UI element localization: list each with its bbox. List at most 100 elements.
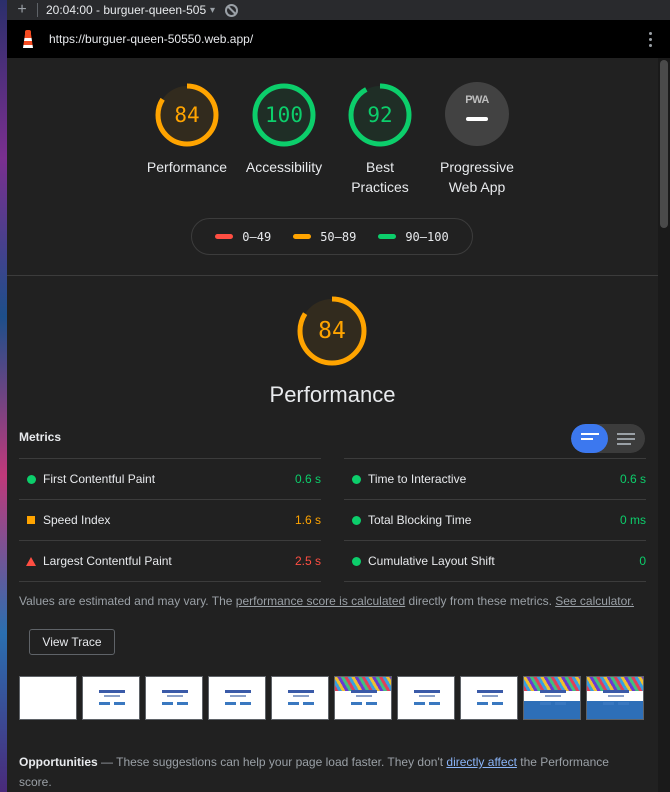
compact-view-icon (581, 433, 599, 440)
legend-swatch (293, 234, 312, 239)
gauge-performance[interactable]: 84 Performance (137, 82, 237, 177)
metrics-column-right: Time to Interactive 0.6 s Total Blocking… (344, 458, 646, 581)
scrollbar-thumb[interactable] (660, 60, 668, 228)
filmstrip-frame (586, 676, 644, 720)
legend-swatch (215, 234, 234, 239)
metric-name: Time to Interactive (368, 472, 467, 486)
performance-score: 84 (318, 318, 346, 344)
note-text: directly from these metrics. (405, 594, 556, 608)
legend-item-fail: 0–49 (215, 230, 271, 244)
metric-name: First Contentful Paint (43, 472, 156, 486)
filmstrip (19, 676, 644, 720)
block-icon[interactable] (225, 3, 239, 17)
metric-name: Cumulative Layout Shift (368, 554, 495, 568)
see-calculator-link[interactable]: See calculator. (555, 594, 634, 608)
metric-name: Speed Index (43, 513, 111, 527)
metric-value: 2.5 s (294, 554, 321, 568)
metric-row: Speed Index 1.6 s (19, 499, 321, 540)
gauge-score: 92 (367, 103, 393, 127)
metric-status-icon (19, 556, 43, 566)
metric-row: First Contentful Paint 0.6 s (19, 458, 321, 499)
filmstrip-frame (145, 676, 203, 720)
gauge-label-line: Practices (351, 179, 409, 195)
metric-status-icon (344, 474, 368, 484)
estimate-note: Values are estimated and may vary. The p… (19, 594, 634, 608)
gauge-ring: 100 (251, 82, 317, 148)
report-url-bar: https://burguer-queen-50550.web.app/ (7, 20, 670, 58)
metric-value: 1.6 s (294, 513, 321, 527)
opportunities-text: These suggestions can help your page loa… (116, 755, 447, 769)
lighthouse-logo-icon (21, 30, 35, 48)
metric-row: Total Blocking Time 0 ms (344, 499, 646, 540)
directly-affect-link[interactable]: directly affect (446, 755, 516, 769)
metric-value: 0.6 s (294, 472, 321, 486)
gauge-best-practices[interactable]: 92 Best Practices (330, 82, 430, 197)
category-gauges: 84 Performance 100 Accessibility 92 Best… (7, 58, 658, 276)
chevron-down-icon[interactable]: ▾ (210, 5, 215, 16)
filmstrip-frame (397, 676, 455, 720)
report-body: 84 Performance 100 Accessibility 92 Best… (7, 58, 658, 792)
metric-name: Largest Contentful Paint (43, 554, 172, 568)
more-options-icon[interactable] (640, 31, 660, 47)
divider (344, 581, 646, 582)
gauge-score: 100 (265, 103, 303, 127)
expanded-view-icon[interactable] (617, 433, 635, 445)
gauge-label: Accessibility (245, 159, 323, 175)
report-session-select[interactable]: 20:04:00 - burguer-queen-505 (46, 3, 208, 17)
legend-range: 90–100 (405, 229, 449, 244)
metric-row: Largest Contentful Paint 2.5 s (19, 540, 321, 581)
divider (19, 581, 321, 582)
metric-row: Time to Interactive 0.6 s (344, 458, 646, 499)
metric-row: Cumulative Layout Shift 0 (344, 540, 646, 581)
pwa-badge-icon: PWA (445, 82, 509, 146)
legend-range: 0–49 (242, 229, 272, 244)
tab-bar: + 20:04:00 - burguer-queen-505 ▾ (7, 0, 670, 20)
pwa-badge-text: PWA (465, 94, 489, 106)
pwa-dash-icon (466, 117, 488, 121)
metric-status-icon (19, 516, 43, 524)
score-calculated-link[interactable]: performance score is calculated (236, 594, 405, 608)
legend-range: 50–89 (320, 229, 357, 244)
filmstrip-frame (82, 676, 140, 720)
gauge-score: 84 (174, 103, 200, 127)
gauge-ring: 92 (347, 82, 413, 148)
new-tab-button[interactable]: + (7, 0, 37, 20)
gauge-accessibility[interactable]: 100 Accessibility (234, 82, 334, 177)
view-trace-button[interactable]: View Trace (29, 629, 115, 655)
score-legend: 0–49 50–89 90–100 (191, 218, 473, 255)
gauge-label: Performance (146, 159, 228, 175)
gauge-label: Progressive Web App (427, 157, 527, 197)
metrics-view-toggle[interactable] (571, 424, 645, 453)
opportunities-heading: Opportunities (19, 755, 98, 769)
report-url[interactable]: https://burguer-queen-50550.web.app/ (49, 32, 640, 46)
filmstrip-frame (271, 676, 329, 720)
metric-value: 0 (639, 554, 646, 568)
legend-swatch (378, 234, 397, 239)
divider (37, 3, 38, 17)
metrics-heading: Metrics (19, 430, 62, 444)
legend-item-average: 50–89 (293, 230, 356, 244)
performance-gauge: 84 (296, 295, 368, 367)
metric-value: 0 ms (619, 513, 646, 527)
filmstrip-frame (208, 676, 266, 720)
note-text: Values are estimated and may vary. The (19, 594, 236, 608)
scrollbar[interactable] (658, 58, 670, 792)
gauge-label-line: Best (365, 159, 394, 175)
gauge-label-line: Progressive (440, 159, 514, 175)
metric-status-icon (19, 474, 43, 484)
gauge-label: Best Practices (330, 157, 430, 197)
desktop-background-strip (0, 0, 7, 792)
opportunities-dash: — (97, 755, 117, 769)
metrics-column-left: First Contentful Paint 0.6 s Speed Index… (19, 458, 321, 581)
filmstrip-frame (523, 676, 581, 720)
opportunities-intro: Opportunities — These suggestions can he… (19, 752, 619, 792)
metric-value: 0.6 s (619, 472, 646, 486)
gauge-ring: 84 (154, 82, 220, 148)
metric-status-icon (344, 515, 368, 525)
performance-title: Performance (269, 382, 396, 407)
legend-item-pass: 90–100 (378, 229, 449, 244)
filmstrip-frame (460, 676, 518, 720)
gauge-pwa[interactable]: PWA Progressive Web App (427, 82, 527, 197)
filmstrip-frame (19, 676, 77, 720)
filmstrip-frame (334, 676, 392, 720)
